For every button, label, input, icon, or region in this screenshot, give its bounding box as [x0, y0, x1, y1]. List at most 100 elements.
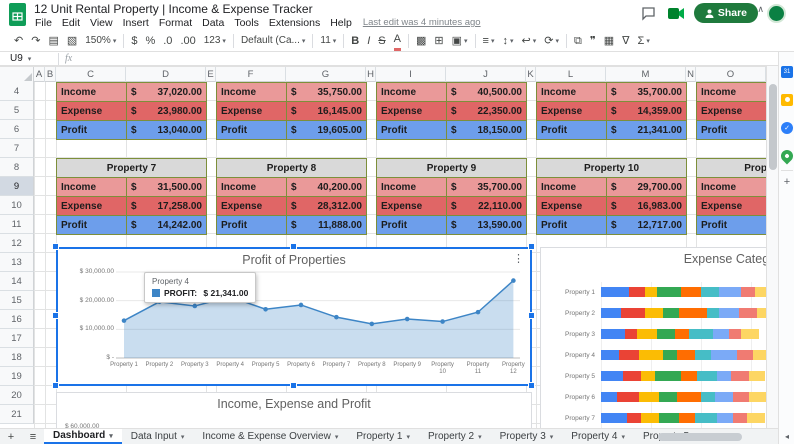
row-header-7[interactable]: 7 [0, 139, 34, 158]
toolbar-create-filter-button[interactable]: ∇ [618, 32, 633, 50]
menu-extensions[interactable]: Extensions [264, 17, 325, 29]
comment-history-icon[interactable] [640, 4, 658, 22]
cell-income-label[interactable]: Income [376, 82, 447, 102]
cell-profit-label[interactable]: Profit [56, 120, 127, 140]
column-header-A[interactable]: A [34, 67, 45, 82]
sheet-tab-property-3[interactable]: Property 3 ▾ [491, 429, 563, 444]
stacked-bar[interactable] [601, 371, 765, 381]
sheet-tab-property-4[interactable]: Property 4 ▾ [562, 429, 634, 444]
cell-income-label[interactable]: Income [56, 82, 127, 102]
row-header-5[interactable]: 5 [0, 101, 34, 120]
cell-profit-value[interactable]: $12,717.00 [606, 215, 687, 235]
sheet-tab-property-1[interactable]: Property 1 ▾ [347, 429, 419, 444]
toolbar-text-rotation-button[interactable]: ⟳ ▾ [540, 32, 563, 50]
cell-income-label[interactable]: Income [696, 82, 766, 102]
cell-profit-label[interactable]: Profit [696, 215, 766, 235]
cell-income-value[interactable]: $40,200.00 [286, 177, 367, 197]
column-header-H[interactable]: H [366, 67, 376, 82]
cell-income-label[interactable]: Income [696, 177, 766, 197]
column-header-J[interactable]: J [446, 67, 526, 82]
cell-profit-label[interactable]: Profit [376, 215, 447, 235]
property-header-cell[interactable]: Property 11 [696, 158, 766, 178]
sheet-tab-data-input[interactable]: Data Input ▾ [122, 429, 194, 444]
cell-expense-label[interactable]: Expense [56, 196, 127, 216]
add-sheet-button[interactable]: + [0, 429, 22, 444]
cell-profit-value[interactable]: $13,590.00 [446, 215, 527, 235]
last-edit-link[interactable]: Last edit was 4 minutes ago [363, 17, 481, 28]
income-expense-profit-chart[interactable]: Income, Expense and Profit $ 60,000.00 [56, 392, 532, 428]
cell-profit-value[interactable]: $21,341.00 [606, 120, 687, 140]
cell-profit-value[interactable]: $11,888.00 [286, 215, 367, 235]
cell-income-label[interactable]: Income [536, 177, 607, 197]
toolbar-undo-button[interactable]: ↶ [10, 32, 27, 50]
expense-categories-chart[interactable]: Expense Categories Property 1 Property 2 Pr… [540, 247, 766, 428]
cell-income-label[interactable]: Income [56, 177, 127, 197]
cell-profit-value[interactable]: $18,150.00 [446, 120, 527, 140]
cell-expense-value[interactable]: $23,980.00 [126, 101, 207, 121]
row-header-13[interactable]: 13 [0, 253, 34, 272]
calendar-icon[interactable]: 31 [781, 66, 793, 78]
cell-expense-label[interactable]: Expense [536, 101, 607, 121]
cell-expense-label[interactable]: Expense [216, 101, 287, 121]
cell-expense-value[interactable]: $16,145.00 [286, 101, 367, 121]
share-button[interactable]: Share [693, 3, 758, 23]
toolbar-format-currency-button[interactable]: $ [127, 32, 141, 50]
row-header-8[interactable]: 8 [0, 158, 34, 177]
meet-icon[interactable] [667, 4, 685, 22]
cell-income-label[interactable]: Income [376, 177, 447, 197]
cell-profit-value[interactable]: $13,040.00 [126, 120, 207, 140]
property-header-cell[interactable]: Property 10 [536, 158, 687, 178]
menu-view[interactable]: View [85, 17, 118, 29]
cell-profit-value[interactable]: $14,242.00 [126, 215, 207, 235]
chart-selection-handle[interactable] [528, 382, 535, 389]
cell-income-label[interactable]: Income [216, 177, 287, 197]
name-box[interactable]: U9 ▾ [0, 53, 52, 64]
cell-expense-label[interactable]: Expense [696, 196, 766, 216]
select-all-corner[interactable] [0, 67, 34, 82]
property-header-cell[interactable]: Property 9 [376, 158, 527, 178]
row-header-20[interactable]: 20 [0, 386, 34, 405]
cell-profit-label[interactable]: Profit [376, 120, 447, 140]
toolbar-font-select-button[interactable]: Default (Ca... ▾ [237, 32, 309, 50]
cell-expense-label[interactable]: Expense [216, 196, 287, 216]
cell-expense-value[interactable]: $22,350.00 [446, 101, 527, 121]
toolbar-fill-color-button[interactable]: ▩ [412, 32, 430, 50]
grid-viewport[interactable]: 4 5 6 7 8 9 10 11 12 13 14 15 16 17 18 19 20 21 Income $37,… [0, 82, 766, 428]
cell-expense-label[interactable]: Expense [696, 101, 766, 121]
row-header-19[interactable]: 19 [0, 367, 34, 386]
toolbar-italic-button[interactable]: I [363, 32, 374, 50]
toolbar-functions-button[interactable]: Σ ▾ [634, 32, 654, 50]
column-header-B[interactable]: B [45, 67, 56, 82]
avatar[interactable] [767, 3, 786, 23]
sheet-tab-property-2[interactable]: Property 2 ▾ [419, 429, 491, 444]
chart-selection-handle[interactable] [290, 243, 297, 250]
toolbar-bold-button[interactable]: B [347, 32, 363, 50]
row-header-6[interactable]: 6 [0, 120, 34, 139]
cell-income-label[interactable]: Income [216, 82, 287, 102]
chart-selection-handle[interactable] [528, 312, 535, 319]
row-header-10[interactable]: 10 [0, 196, 34, 215]
property-header-cell[interactable]: Property 8 [216, 158, 367, 178]
vertical-scrollbar[interactable] [766, 66, 778, 428]
cell-income-value[interactable]: $40,500.00 [446, 82, 527, 102]
horizontal-scrollbar-thumb[interactable] [658, 433, 742, 441]
menu-data[interactable]: Data [197, 17, 229, 29]
vertical-scrollbar-thumb[interactable] [769, 84, 777, 170]
row-header-17[interactable]: 17 [0, 329, 34, 348]
row-header-18[interactable]: 18 [0, 348, 34, 367]
menu-tools[interactable]: Tools [229, 17, 264, 29]
row-header-12[interactable]: 12 [0, 234, 34, 253]
toolbar-print-button[interactable]: ▤ [44, 32, 62, 50]
stacked-bar[interactable] [601, 350, 766, 360]
toolbar-zoom-select-button[interactable]: 150% ▾ [81, 32, 120, 50]
sheet-tab-dashboard[interactable]: Dashboard ▾ [44, 429, 122, 444]
stacked-bar[interactable] [601, 308, 766, 318]
keep-icon[interactable] [781, 94, 793, 106]
row-header-11[interactable]: 11 [0, 215, 34, 234]
column-header-O[interactable]: O [696, 67, 766, 82]
property-header-cell[interactable]: Property 7 [56, 158, 207, 178]
column-header-N[interactable]: N [686, 67, 696, 82]
toolbar-more-formats-button[interactable]: 123 ▾ [200, 32, 230, 50]
stacked-bar[interactable] [601, 392, 766, 402]
chart-selection-handle[interactable] [52, 382, 59, 389]
